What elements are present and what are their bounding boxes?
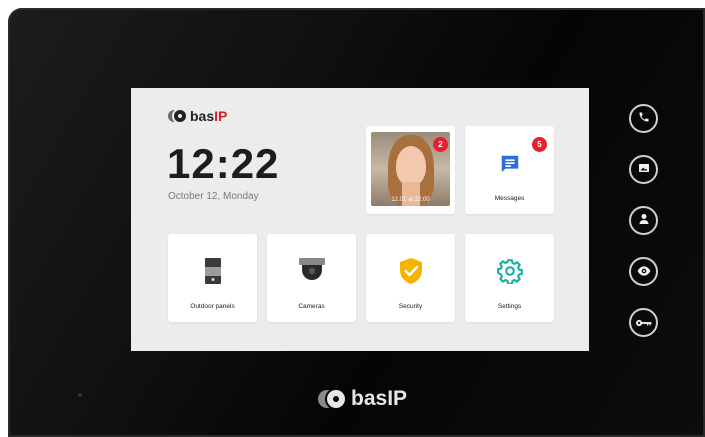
- tile-label: Settings: [497, 303, 522, 310]
- logo-text-prefix: bas: [190, 108, 215, 124]
- monitor-button[interactable]: [629, 257, 658, 286]
- device-logo: basIP: [318, 387, 407, 411]
- message-icon: [499, 153, 521, 180]
- gallery-button[interactable]: [629, 155, 658, 184]
- screen-logo: basIP: [168, 108, 227, 124]
- tile-label: Security: [398, 303, 423, 310]
- tile-label: Messages: [494, 195, 525, 202]
- key-icon: [635, 314, 652, 332]
- device-logo-prefix: bas: [351, 387, 388, 410]
- proximity-sensor: [78, 393, 82, 397]
- intercom-device: basIP 12:22 October 12, Monday 12.01 at …: [8, 8, 705, 437]
- camera-icon: [298, 258, 325, 287]
- outdoor-panel-icon: [204, 258, 222, 289]
- user-button[interactable]: [629, 206, 658, 235]
- user-icon: [638, 212, 650, 230]
- gallery-icon: [638, 161, 650, 179]
- tile-outdoor-panels[interactable]: Outdoor panels: [168, 234, 257, 322]
- device-logo-suffix: IP: [387, 387, 408, 410]
- messages-badge: 5: [532, 137, 547, 152]
- logo-text-suffix: IP: [214, 108, 228, 124]
- touch-screen: basIP 12:22 October 12, Monday 12.01 at …: [131, 88, 589, 351]
- phone-icon: [638, 110, 650, 128]
- tile-missed-call[interactable]: 12.01 at 22:00 2: [366, 126, 455, 214]
- tile-security[interactable]: Security: [366, 234, 455, 322]
- tile-label: Cameras: [298, 303, 325, 310]
- gear-icon: [496, 258, 523, 289]
- phone-button[interactable]: [629, 104, 658, 133]
- missed-call-badge: 2: [433, 137, 448, 152]
- clock-date: October 12, Monday: [168, 191, 259, 202]
- clock-time: 12:22: [167, 140, 280, 187]
- tile-settings[interactable]: Settings: [465, 234, 554, 322]
- security-shield-icon: [399, 258, 423, 289]
- tile-cameras[interactable]: Cameras: [267, 234, 356, 322]
- snapshot-timestamp: 12.01 at 22:00: [391, 197, 430, 203]
- tile-label: Outdoor panels: [190, 303, 235, 310]
- unlock-button[interactable]: [629, 308, 658, 337]
- tile-messages[interactable]: 5 Messages: [465, 126, 554, 214]
- eye-icon: [637, 263, 651, 281]
